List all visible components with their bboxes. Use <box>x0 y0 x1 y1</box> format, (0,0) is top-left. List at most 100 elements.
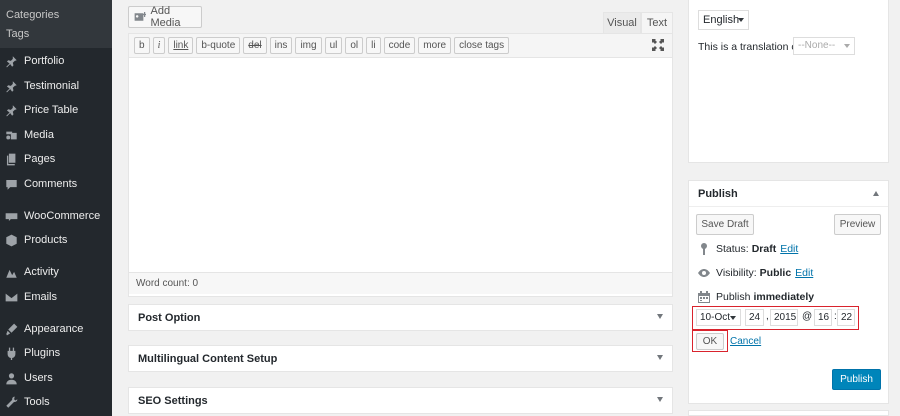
word-count: Word count: 0 <box>129 272 672 294</box>
publish-button[interactable]: Publish <box>832 369 881 390</box>
sidebar-item-price-table[interactable]: Price Table <box>0 99 112 121</box>
sidebar-item-comments[interactable]: Comments <box>0 173 112 195</box>
chevron-down-icon <box>738 18 744 22</box>
sidebar-item-activity[interactable]: Activity <box>0 261 112 283</box>
publish-schedule-label: Publish <box>716 291 751 303</box>
products-icon <box>5 234 18 247</box>
sidebar-item-label: Portfolio <box>24 55 65 67</box>
email-icon <box>5 291 18 304</box>
add-media-label: Add Media <box>150 5 181 29</box>
admin-sidebar: Categories Tags Portfolio Testimonial Pr… <box>0 0 112 416</box>
sidebar-item-testimonial[interactable]: Testimonial <box>0 75 112 97</box>
sidebar-item-label: Pages <box>24 153 56 165</box>
chevron-down-icon[interactable] <box>657 397 663 402</box>
sidebar-item-emails[interactable]: Emails <box>0 286 112 308</box>
tools-icon <box>5 396 18 409</box>
sidebar-item-media[interactable]: Media <box>0 124 112 146</box>
add-media-button[interactable]: Add Media <box>128 5 202 29</box>
sidebar-item-label: Comments <box>24 178 78 190</box>
fullscreen-icon[interactable] <box>652 39 664 51</box>
preview-button[interactable]: Preview <box>834 214 881 235</box>
postbox-multilingual[interactable]: Multilingual Content Setup <box>128 345 673 372</box>
sidebar-item-pages[interactable]: Pages <box>0 148 112 170</box>
sidebar-item-tools[interactable]: Tools <box>0 391 112 413</box>
language-value: English <box>703 14 740 26</box>
sidebar-item-label: Plugins <box>24 347 61 359</box>
chevron-down-icon[interactable] <box>657 355 663 360</box>
qt-close-tags-button[interactable]: close tags <box>454 37 510 54</box>
sidebar-item-label: Activity <box>24 266 59 278</box>
day-input[interactable]: 24 <box>745 309 764 326</box>
qt-li-button[interactable]: li <box>366 37 381 54</box>
chevron-down-icon[interactable] <box>657 314 663 319</box>
publish-schedule-row: Publish immediately <box>698 291 814 303</box>
sidebar-item-label: Tools <box>24 396 50 408</box>
media-icon <box>5 129 18 142</box>
sidebar-item-label: Price Table <box>24 104 79 116</box>
appearance-icon <box>5 323 18 336</box>
month-value: 10-Oct <box>700 312 731 323</box>
qt-more-button[interactable]: more <box>418 37 452 54</box>
add-media-icon <box>134 12 147 21</box>
qt-ul-button[interactable]: ul <box>324 37 343 54</box>
activity-icon <box>5 266 18 279</box>
pin-icon <box>5 55 18 68</box>
visibility-row: Visibility: Public Edit <box>698 267 813 279</box>
tab-visual[interactable]: Visual <box>603 12 641 33</box>
sidebar-item-products[interactable]: Products <box>0 229 112 251</box>
qt-code-button[interactable]: code <box>383 37 416 54</box>
publish-title: Publish <box>698 187 738 200</box>
postbox-seo-settings[interactable]: SEO Settings <box>128 387 673 414</box>
sidebar-item-label: WooCommerce <box>24 210 101 222</box>
chevron-down-icon <box>730 316 736 320</box>
sidebar-item-woocommerce[interactable]: WooCommerce <box>0 205 112 227</box>
tab-text[interactable]: Text <box>641 12 673 33</box>
qt-link-button[interactable]: link <box>168 37 194 54</box>
woocommerce-icon <box>5 210 18 223</box>
month-select[interactable]: 10-Oct <box>696 309 741 326</box>
chevron-up-icon[interactable] <box>873 191 879 196</box>
pin-icon <box>5 104 18 117</box>
pin-icon <box>698 243 710 255</box>
publish-header[interactable]: Publish <box>689 181 888 207</box>
language-box: English This is a translation of --None-… <box>688 0 889 163</box>
hour-input[interactable]: 16 <box>814 309 832 326</box>
year-input[interactable]: 2015 <box>770 309 798 326</box>
cancel-link[interactable]: Cancel <box>730 336 761 347</box>
date-separator: , <box>766 311 769 322</box>
minute-input[interactable]: 22 <box>837 309 855 326</box>
translation-select[interactable]: --None-- <box>793 37 855 55</box>
postbox-post-option[interactable]: Post Option <box>128 304 673 331</box>
at-label: @ <box>802 311 813 322</box>
status-row: Status: Draft Edit <box>698 243 798 255</box>
submenu-item-categories[interactable]: Categories <box>0 6 112 25</box>
editor-textarea[interactable] <box>129 58 672 272</box>
qt-del-button[interactable]: del <box>243 37 267 54</box>
postbox-title: Multilingual Content Setup <box>138 352 278 365</box>
qt-img-button[interactable]: img <box>295 37 322 54</box>
visibility-edit-link[interactable]: Edit <box>795 267 813 279</box>
next-box <box>688 410 889 416</box>
sidebar-item-appearance[interactable]: Appearance <box>0 318 112 340</box>
submenu-item-tags[interactable]: Tags <box>0 25 112 44</box>
sidebar-item-label: Products <box>24 234 68 246</box>
plugins-icon <box>5 347 18 360</box>
pin-icon <box>5 80 18 93</box>
sidebar-item-plugins[interactable]: Plugins <box>0 342 112 364</box>
qt-ol-button[interactable]: ol <box>345 37 364 54</box>
sidebar-item-portfolio[interactable]: Portfolio <box>0 50 112 72</box>
eye-icon <box>698 267 710 279</box>
qt-ins-button[interactable]: ins <box>269 37 293 54</box>
translation-value: --None-- <box>798 40 836 51</box>
status-edit-link[interactable]: Edit <box>780 243 798 255</box>
qt-blockquote-button[interactable]: b-quote <box>196 37 241 54</box>
translation-label: This is a translation of <box>698 41 801 53</box>
qt-bold-button[interactable]: b <box>134 37 150 54</box>
language-select[interactable]: English <box>698 10 749 30</box>
status-label: Status: <box>716 243 749 255</box>
qt-italic-button[interactable]: i <box>152 37 166 54</box>
sidebar-item-users[interactable]: Users <box>0 367 112 389</box>
ok-button[interactable]: OK <box>696 333 724 350</box>
save-draft-button[interactable]: Save Draft <box>696 214 754 235</box>
sidebar-submenu: Categories Tags <box>0 0 112 48</box>
